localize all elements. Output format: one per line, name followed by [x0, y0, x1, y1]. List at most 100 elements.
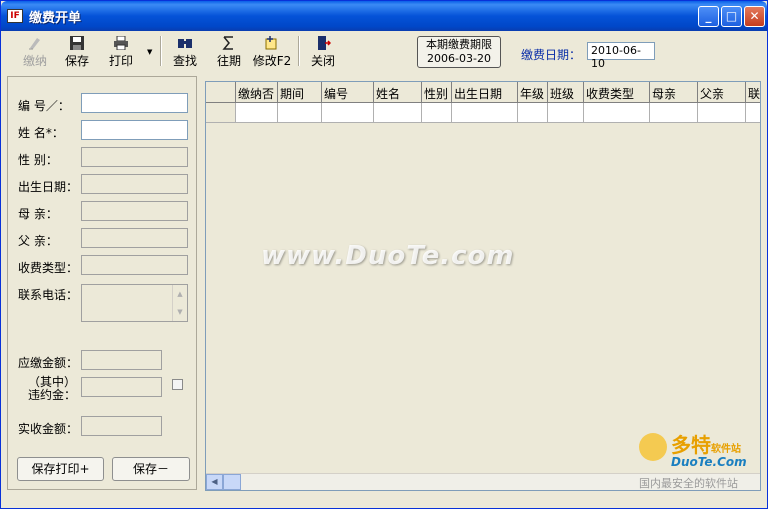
mother-field — [81, 201, 188, 221]
find-label: 查找 — [172, 54, 197, 68]
grid-cell[interactable] — [746, 103, 760, 123]
received-amount-field — [81, 416, 162, 436]
phone-field: ▲ ▼ — [81, 284, 188, 322]
row-indicator[interactable] — [206, 103, 236, 123]
birth-date-label: 出生日期： — [18, 180, 79, 194]
due-amount-field — [81, 350, 162, 370]
logo-cn: 多特 — [671, 433, 711, 457]
printer-icon — [114, 36, 128, 50]
name-label: 姓 名*： — [18, 126, 64, 140]
penalty-checkbox[interactable] — [172, 379, 183, 390]
close-button[interactable]: 关闭 — [303, 34, 343, 70]
pay-button[interactable]: 缴纳 — [15, 34, 55, 70]
gender-label: 性 别： — [18, 153, 58, 167]
deadline-date: 2006-03-20 — [427, 52, 491, 65]
fee-type-field — [81, 255, 188, 275]
column-header[interactable]: 母亲 — [650, 82, 698, 103]
title-bar[interactable]: IF 缴费开单 _ □ ✕ — [1, 1, 767, 31]
column-header[interactable]: 编号 — [322, 82, 374, 103]
grid-cell[interactable] — [650, 103, 698, 123]
column-header[interactable]: 年级 — [518, 82, 548, 103]
find-button[interactable]: 查找 — [165, 34, 205, 70]
id-label: 编 号／： — [18, 99, 70, 113]
logo-tagline: 国内最安全的软件站 — [639, 477, 738, 490]
grid-cell[interactable] — [452, 103, 518, 123]
mother-label: 母 亲： — [18, 207, 58, 221]
grid-cell[interactable] — [422, 103, 452, 123]
print-button[interactable]: 打印 — [101, 34, 141, 70]
toolbar-separator — [160, 36, 162, 66]
sigma-sum-icon — [222, 36, 233, 50]
name-input[interactable] — [81, 120, 188, 140]
scroll-left-icon[interactable]: ◀ — [206, 474, 223, 490]
grid-cell[interactable] — [548, 103, 584, 123]
grid-cell[interactable] — [518, 103, 548, 123]
deadline-title: 本期缴费期限 — [426, 38, 492, 51]
column-header[interactable]: 收费类型 — [584, 82, 650, 103]
received-amount-label: 实收金额： — [18, 422, 79, 436]
modify-button[interactable]: 修改F2 — [252, 34, 292, 70]
father-label: 父 亲： — [18, 234, 58, 248]
scroll-up-icon: ▲ — [177, 290, 183, 298]
grid-cell[interactable] — [374, 103, 422, 123]
table-row[interactable] — [206, 103, 760, 123]
scroll-down-icon: ▼ — [177, 308, 183, 316]
main-window: IF 缴费开单 _ □ ✕ 缴纳 保存 打印 ▼ 查找 往期 修改F2 关闭 本… — [0, 0, 768, 509]
pay-icon — [29, 38, 40, 50]
penalty-label: 违约金： — [28, 388, 77, 402]
grid-corner-cell — [206, 82, 236, 103]
window-title: 缴费开单 — [29, 11, 82, 26]
grid-cell[interactable] — [698, 103, 746, 123]
save-button[interactable]: 保存 — [57, 34, 97, 70]
column-header[interactable]: 联 — [746, 82, 760, 103]
corner-watermark-logo: 多特软件站 DuoTe.Com 国内最安全的软件站 — [637, 429, 765, 491]
pay-date-input[interactable]: 2010-06-10 — [587, 42, 655, 70]
grid-cell[interactable] — [584, 103, 650, 123]
save-label: 保存 — [64, 54, 89, 68]
save-print-button[interactable]: 保存打印+ — [17, 457, 104, 481]
edit-icon — [265, 36, 277, 50]
grid-header: 缴纳否 期间 编号 姓名 性别 出生日期 年级 班级 收费类型 母亲 父亲 联 — [206, 82, 760, 103]
watermark-text: www.DuoTe.com — [261, 241, 515, 271]
past-periods-label: 往期 — [216, 54, 241, 68]
grid-cell[interactable] — [236, 103, 278, 123]
phone-label: 联系电话： — [18, 288, 79, 302]
id-input[interactable] — [81, 93, 188, 113]
pay-date-label: 缴费日期： — [521, 48, 582, 62]
column-header[interactable]: 缴纳否 — [236, 82, 278, 103]
modify-label: 修改F2 — [252, 54, 292, 68]
past-periods-button[interactable]: 往期 — [209, 34, 249, 70]
phone-scrollbar: ▲ ▼ — [172, 285, 187, 321]
toolbar-separator — [298, 36, 300, 66]
birth-date-field — [81, 174, 188, 194]
print-label: 打印 — [108, 54, 133, 68]
column-header[interactable]: 期间 — [278, 82, 322, 103]
grid-cell[interactable] — [322, 103, 374, 123]
due-amount-label: 应缴金额： — [18, 356, 79, 370]
close-label: 关闭 — [310, 54, 335, 68]
fee-type-label: 收费类型： — [18, 261, 79, 275]
scrollbar-thumb[interactable] — [223, 474, 241, 490]
minimize-button[interactable]: _ — [698, 6, 719, 27]
print-dropdown-arrow-icon[interactable]: ▼ — [147, 48, 152, 56]
column-header[interactable]: 出生日期 — [452, 82, 518, 103]
logo-text: 多特软件站 — [671, 429, 741, 458]
grid-cell[interactable] — [278, 103, 322, 123]
father-field — [81, 228, 188, 248]
toolbar: 缴纳 保存 打印 ▼ 查找 往期 修改F2 关闭 本期缴费期限 2006-03-… — [3, 32, 765, 72]
save-form-button[interactable]: 保存－ — [112, 457, 190, 481]
deadline-button[interactable]: 本期缴费期限 2006-03-20 — [417, 36, 501, 68]
mascot-icon — [639, 433, 667, 461]
exit-door-icon — [318, 36, 331, 50]
close-window-button[interactable]: ✕ — [744, 6, 765, 27]
column-header[interactable]: 性别 — [422, 82, 452, 103]
pay-label: 缴纳 — [22, 54, 47, 68]
penalty-field — [81, 377, 162, 397]
logo-en: DuoTe.Com — [671, 455, 747, 469]
maximize-button[interactable]: □ — [721, 6, 742, 27]
logo-small: 软件站 — [711, 444, 741, 455]
column-header[interactable]: 父亲 — [698, 82, 746, 103]
column-header[interactable]: 姓名 — [374, 82, 422, 103]
student-form-panel: 编 号／： 姓 名*： 性 别： 出生日期： 母 亲： 父 亲： 收费类型： 联… — [7, 76, 197, 490]
column-header[interactable]: 班级 — [548, 82, 584, 103]
